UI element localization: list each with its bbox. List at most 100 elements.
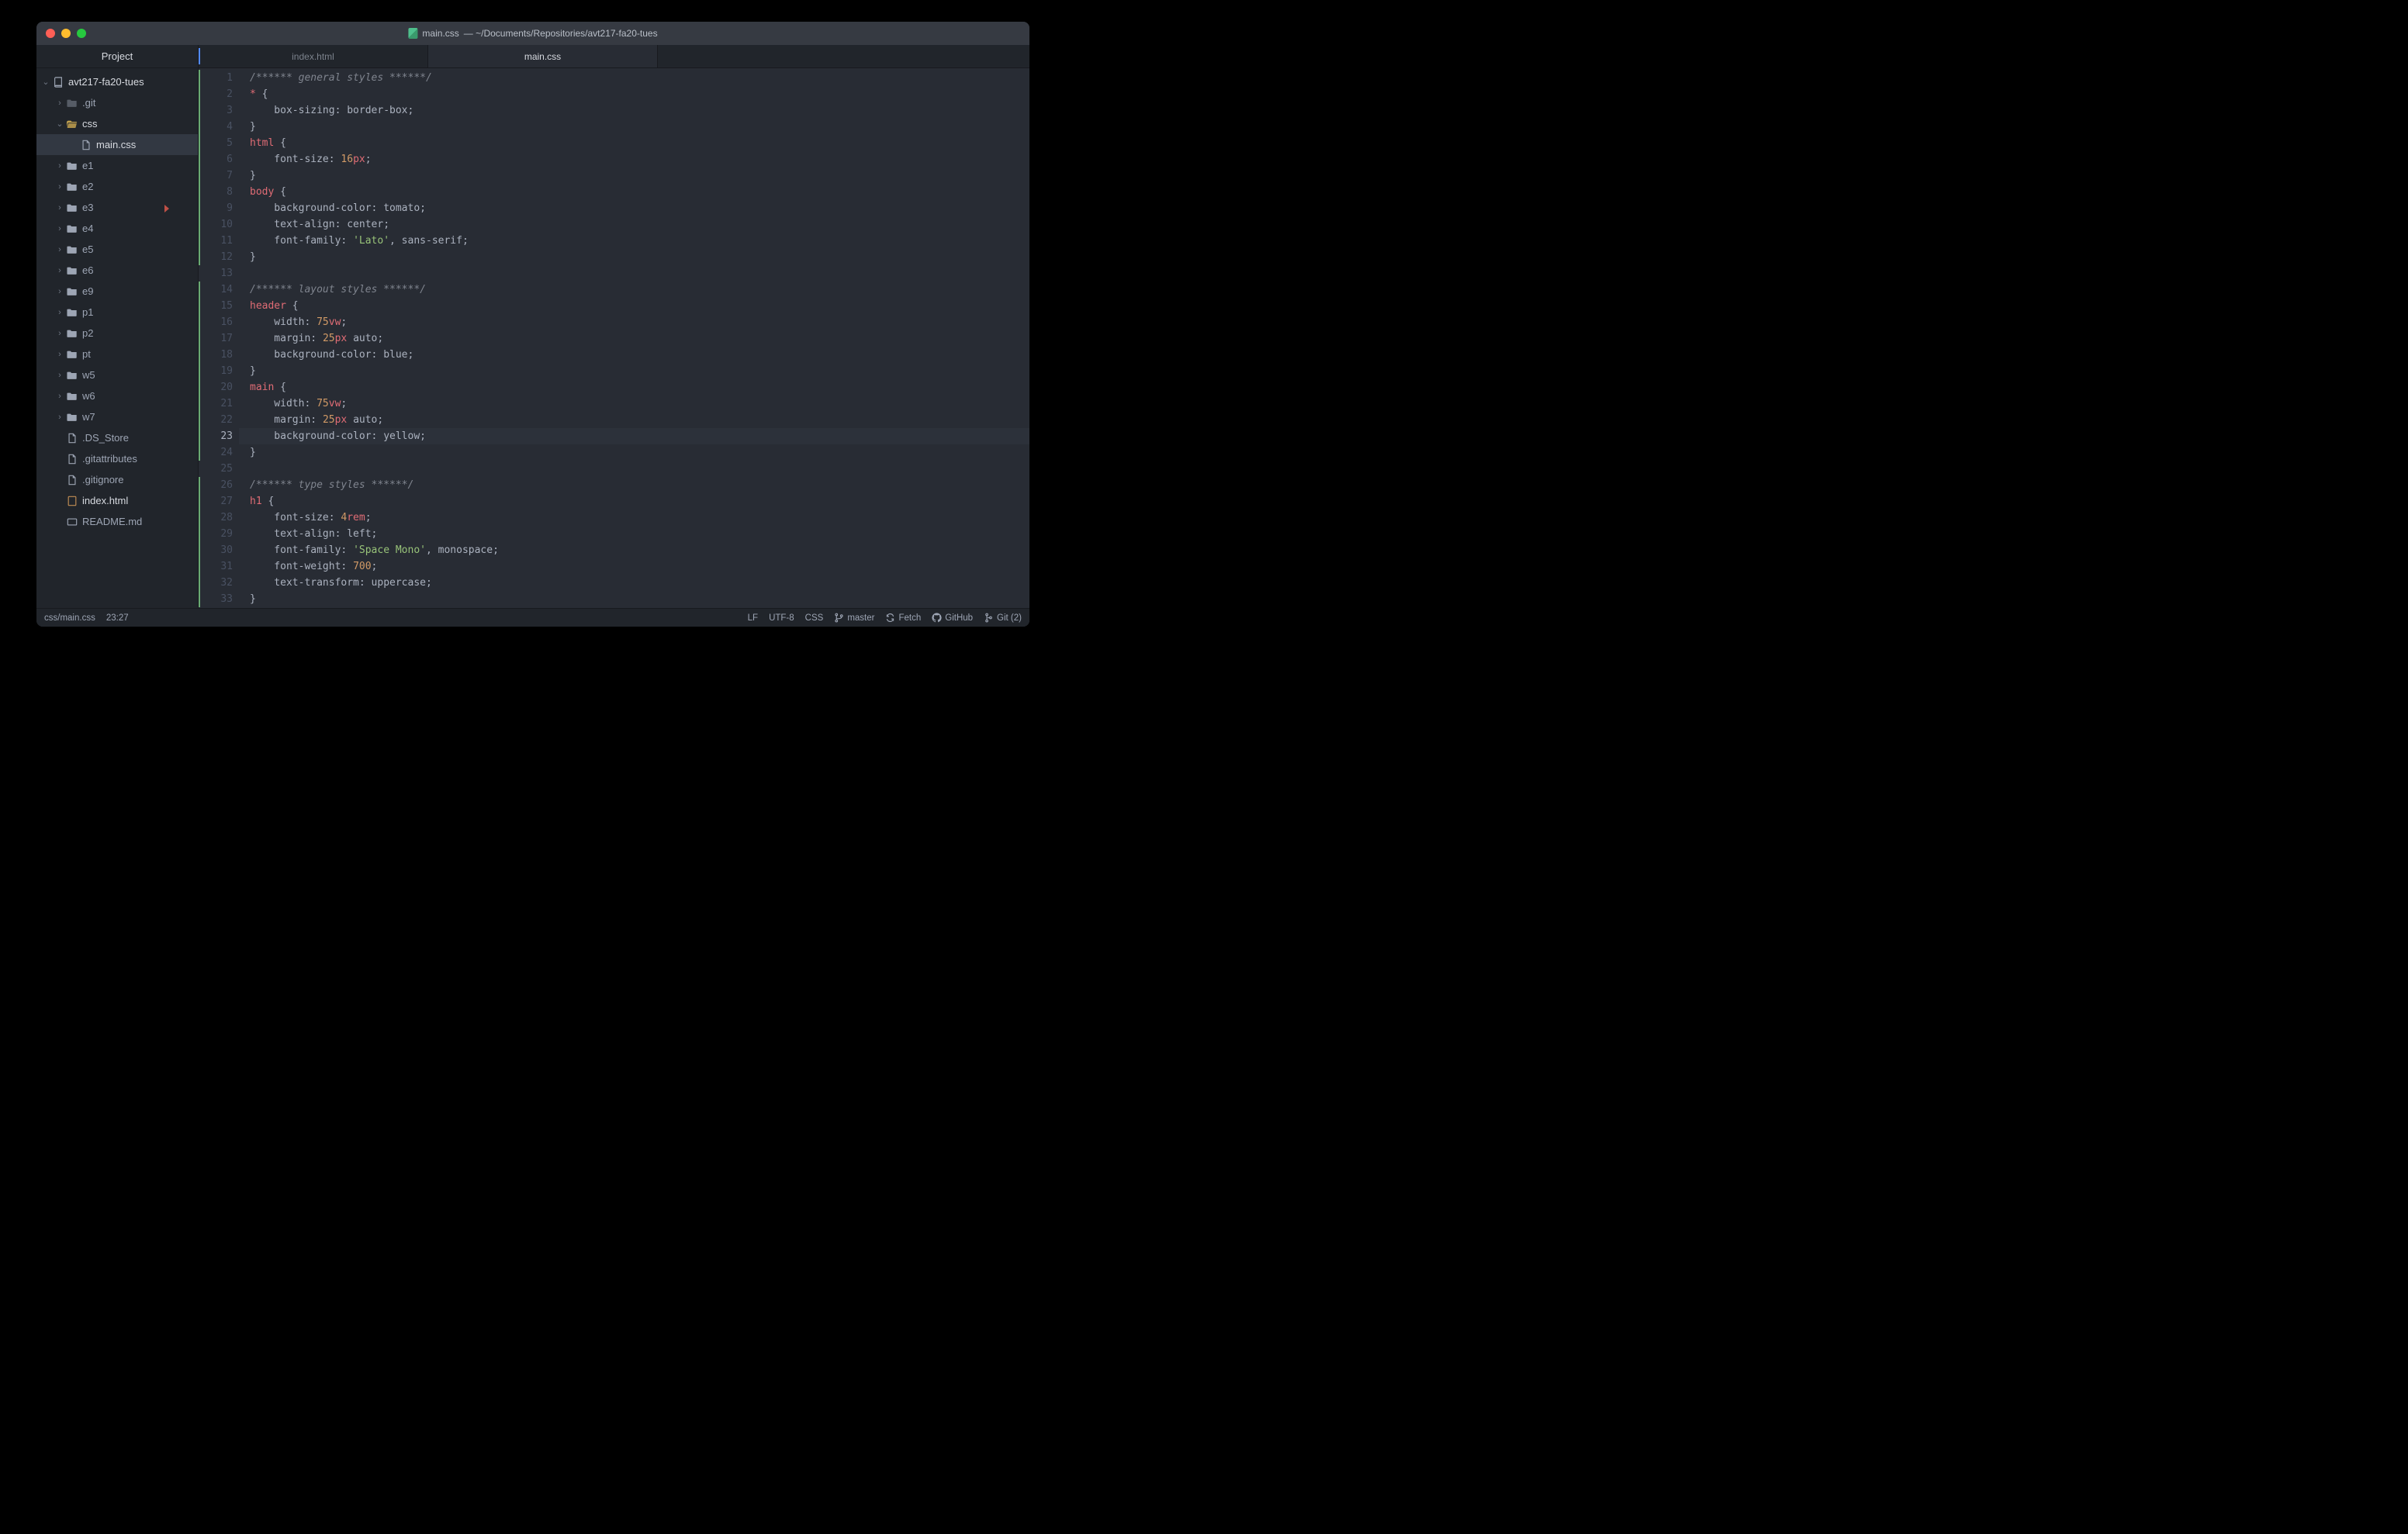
line-number[interactable]: 22: [199, 412, 233, 428]
code-line[interactable]: }: [250, 363, 1029, 379]
code-line[interactable]: text-align: center;: [250, 216, 1029, 233]
tree-item-dsstore[interactable]: .DS_Store: [36, 427, 198, 448]
chevron-right-icon[interactable]: [55, 287, 64, 296]
code-line[interactable]: text-transform: uppercase;: [250, 575, 1029, 591]
line-number[interactable]: 30: [199, 542, 233, 558]
tree-item-gitign[interactable]: .gitignore: [36, 469, 198, 490]
gutter[interactable]: 1234567891011121314151617181920212223242…: [199, 68, 239, 608]
chevron-right-icon[interactable]: [55, 203, 64, 212]
code-line[interactable]: h1 {: [250, 493, 1029, 510]
tree-item-e1[interactable]: e1: [36, 155, 198, 176]
code-line[interactable]: margin: 25px auto;: [250, 330, 1029, 347]
status-encoding[interactable]: UTF-8: [769, 613, 794, 623]
tree-item-e6[interactable]: e6: [36, 260, 198, 281]
code-line[interactable]: /****** general styles ******/: [250, 70, 1029, 86]
code-line[interactable]: }: [250, 249, 1029, 265]
status-github[interactable]: GitHub: [932, 613, 973, 623]
chevron-right-icon[interactable]: [55, 413, 64, 422]
line-number[interactable]: 25: [199, 461, 233, 477]
code-line[interactable]: html {: [250, 135, 1029, 151]
chevron-right-icon[interactable]: [55, 245, 64, 254]
editor[interactable]: 1234567891011121314151617181920212223242…: [199, 68, 1029, 608]
code-line[interactable]: font-family: 'Space Mono', monospace;: [250, 542, 1029, 558]
line-number[interactable]: 8: [199, 184, 233, 200]
line-number[interactable]: 19: [199, 363, 233, 379]
line-number[interactable]: 11: [199, 233, 233, 249]
line-number[interactable]: 3: [199, 102, 233, 119]
code-line[interactable]: width: 75vw;: [250, 396, 1029, 412]
minimize-icon[interactable]: [61, 29, 71, 38]
chevron-down-icon[interactable]: [55, 119, 64, 129]
code-line[interactable]: text-align: left;: [250, 526, 1029, 542]
tree-item-w7[interactable]: w7: [36, 406, 198, 427]
line-number[interactable]: 13: [199, 265, 233, 282]
tree-item-w5[interactable]: w5: [36, 364, 198, 385]
status-cursor[interactable]: 23:27: [106, 613, 129, 623]
chevron-down-icon[interactable]: [41, 77, 50, 87]
tree-item-p2[interactable]: p2: [36, 323, 198, 344]
tree-item-e5[interactable]: e5: [36, 239, 198, 260]
code-line[interactable]: [250, 461, 1029, 477]
code-line[interactable]: margin: 25px auto;: [250, 412, 1029, 428]
code-line[interactable]: font-weight: 700;: [250, 558, 1029, 575]
code-line[interactable]: }: [250, 119, 1029, 135]
line-number[interactable]: 1: [199, 70, 233, 86]
close-icon[interactable]: [46, 29, 55, 38]
line-number[interactable]: 23: [199, 428, 233, 444]
chevron-right-icon[interactable]: [55, 224, 64, 233]
chevron-right-icon[interactable]: [55, 392, 64, 401]
line-number[interactable]: 33: [199, 591, 233, 607]
code-line[interactable]: body {: [250, 184, 1029, 200]
code-line[interactable]: font-family: 'Lato', sans-serif;: [250, 233, 1029, 249]
line-number[interactable]: 5: [199, 135, 233, 151]
titlebar[interactable]: main.css — ~/Documents/Repositories/avt2…: [36, 22, 1029, 45]
code-line[interactable]: background-color: tomato;: [250, 200, 1029, 216]
chevron-right-icon[interactable]: [55, 371, 64, 380]
code-line[interactable]: box-sizing: border-box;: [250, 102, 1029, 119]
status-fetch[interactable]: Fetch: [885, 613, 921, 623]
line-number[interactable]: 10: [199, 216, 233, 233]
code-area[interactable]: /****** general styles ******/* { box-si…: [239, 68, 1029, 608]
tree-item-e2[interactable]: e2: [36, 176, 198, 197]
code-line[interactable]: background-color: yellow;: [239, 428, 1029, 444]
code-line[interactable]: [250, 265, 1029, 282]
line-number[interactable]: 24: [199, 444, 233, 461]
zoom-icon[interactable]: [77, 29, 86, 38]
line-number[interactable]: 6: [199, 151, 233, 168]
line-number[interactable]: 31: [199, 558, 233, 575]
sidebar-header[interactable]: Project: [36, 45, 198, 68]
code-line[interactable]: }: [250, 168, 1029, 184]
tree-item-p1[interactable]: p1: [36, 302, 198, 323]
line-number[interactable]: 18: [199, 347, 233, 363]
code-line[interactable]: font-size: 4rem;: [250, 510, 1029, 526]
tree-item-e4[interactable]: e4: [36, 218, 198, 239]
code-line[interactable]: font-size: 16px;: [250, 151, 1029, 168]
tree-item-pt[interactable]: pt: [36, 344, 198, 364]
code-line[interactable]: }: [250, 591, 1029, 607]
tab-main-css[interactable]: main.css: [428, 45, 658, 67]
line-number[interactable]: 2: [199, 86, 233, 102]
tree-item-root[interactable]: avt217-fa20-tues: [36, 71, 198, 92]
code-line[interactable]: /****** layout styles ******/: [250, 282, 1029, 298]
line-number[interactable]: 32: [199, 575, 233, 591]
chevron-right-icon[interactable]: [55, 350, 64, 359]
chevron-right-icon[interactable]: [55, 266, 64, 275]
line-number[interactable]: 14: [199, 282, 233, 298]
chevron-right-icon[interactable]: [55, 182, 64, 192]
tree-item-git[interactable]: .git: [36, 92, 198, 113]
line-number[interactable]: 17: [199, 330, 233, 347]
chevron-right-icon[interactable]: [55, 329, 64, 338]
status-eol[interactable]: LF: [748, 613, 758, 623]
chevron-right-icon[interactable]: [55, 161, 64, 171]
line-number[interactable]: 7: [199, 168, 233, 184]
code-line[interactable]: }: [250, 444, 1029, 461]
code-line[interactable]: header {: [250, 298, 1029, 314]
status-branch[interactable]: master: [834, 613, 874, 623]
status-lang[interactable]: CSS: [805, 613, 824, 623]
code-line[interactable]: * {: [250, 86, 1029, 102]
line-number[interactable]: 9: [199, 200, 233, 216]
tab-index-html[interactable]: index.html: [199, 45, 428, 67]
tree-item-maincss[interactable]: main.css: [36, 134, 198, 155]
line-number[interactable]: 26: [199, 477, 233, 493]
line-number[interactable]: 15: [199, 298, 233, 314]
